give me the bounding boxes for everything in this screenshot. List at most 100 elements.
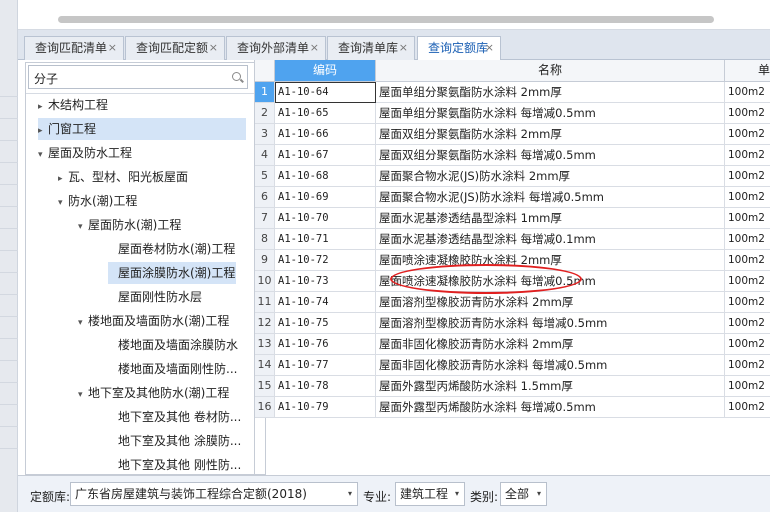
name-cell[interactable]: 屋面水泥基渗透结晶型涂料 每增减0.1mm: [376, 229, 725, 250]
code-cell[interactable]: A1-10-75: [275, 313, 376, 334]
unit-cell[interactable]: 100m2: [725, 82, 770, 103]
header-unit[interactable]: 单: [725, 60, 770, 82]
tree-node[interactable]: ▾ 楼地面及墙面防水(潮)工程: [78, 310, 229, 332]
tab-quota-library[interactable]: 查询定额库 ×: [417, 36, 501, 61]
horizontal-scrollbar[interactable]: [58, 16, 714, 23]
table-row[interactable]: 10 A1-10-73 屋面喷涂速凝橡胶防水涂料 每增减0.5mm 100m2: [255, 271, 770, 292]
close-icon[interactable]: ×: [209, 37, 218, 59]
close-icon[interactable]: ×: [108, 37, 117, 59]
unit-cell[interactable]: 100m2: [725, 334, 770, 355]
row-number-cell[interactable]: 5: [255, 166, 275, 187]
table-row[interactable]: 4 A1-10-67 屋面双组分聚氨酯防水涂料 每增减0.5mm 100m2: [255, 145, 770, 166]
tree-node[interactable]: 楼地面及墙面涂膜防水: [108, 334, 238, 356]
table-row[interactable]: 15 A1-10-78 屋面外露型丙烯酸防水涂料 1.5mm厚 100m2: [255, 376, 770, 397]
quota-library-select[interactable]: 广东省房屋建筑与装饰工程综合定额(2018) ▾: [70, 482, 358, 506]
tree-node[interactable]: ▸ 木结构工程: [38, 94, 108, 116]
tree-node[interactable]: 地下室及其他 刚性防...: [108, 454, 241, 474]
chevron-right-icon[interactable]: ▸: [38, 120, 48, 142]
table-row[interactable]: 14 A1-10-77 屋面非固化橡胶沥青防水涂料 每增减0.5mm 100m2: [255, 355, 770, 376]
table-row[interactable]: 9 A1-10-72 屋面喷涂速凝橡胶防水涂料 2mm厚 100m2: [255, 250, 770, 271]
name-cell[interactable]: 屋面外露型丙烯酸防水涂料 1.5mm厚: [376, 376, 725, 397]
code-cell[interactable]: A1-10-66: [275, 124, 376, 145]
chevron-down-icon[interactable]: ▾: [78, 216, 88, 238]
chevron-down-icon[interactable]: ▾: [58, 192, 68, 214]
table-row[interactable]: 1 A1-10-64 屋面单组分聚氨酯防水涂料 2mm厚 100m2: [255, 82, 770, 103]
name-cell[interactable]: 屋面溶剂型橡胶沥青防水涂料 每增减0.5mm: [376, 313, 725, 334]
tab-list-library[interactable]: 查询清单库 ×: [327, 36, 415, 60]
code-cell[interactable]: A1-10-71: [275, 229, 376, 250]
name-cell[interactable]: 屋面单组分聚氨酯防水涂料 2mm厚: [376, 82, 725, 103]
unit-cell[interactable]: 100m2: [725, 355, 770, 376]
unit-cell[interactable]: 100m2: [725, 103, 770, 124]
row-number-cell[interactable]: 12: [255, 313, 275, 334]
row-number-cell[interactable]: 7: [255, 208, 275, 229]
header-name[interactable]: 名称: [376, 60, 725, 82]
chevron-down-icon[interactable]: ▾: [38, 144, 48, 166]
name-cell[interactable]: 屋面双组分聚氨酯防水涂料 2mm厚: [376, 124, 725, 145]
code-cell[interactable]: A1-10-70: [275, 208, 376, 229]
table-row[interactable]: 16 A1-10-79 屋面外露型丙烯酸防水涂料 每增减0.5mm 100m2: [255, 397, 770, 418]
unit-cell[interactable]: 100m2: [725, 229, 770, 250]
tree-node[interactable]: 屋面卷材防水(潮)工程: [108, 238, 235, 260]
code-cell[interactable]: A1-10-76: [275, 334, 376, 355]
row-number-cell[interactable]: 3: [255, 124, 275, 145]
name-cell[interactable]: 屋面聚合物水泥(JS)防水涂料 2mm厚: [376, 166, 725, 187]
name-cell[interactable]: 屋面外露型丙烯酸防水涂料 每增减0.5mm: [376, 397, 725, 418]
code-cell[interactable]: A1-10-77: [275, 355, 376, 376]
code-cell[interactable]: A1-10-72: [275, 250, 376, 271]
unit-cell[interactable]: 100m2: [725, 250, 770, 271]
row-number-cell[interactable]: 2: [255, 103, 275, 124]
table-row[interactable]: 5 A1-10-68 屋面聚合物水泥(JS)防水涂料 2mm厚 100m2: [255, 166, 770, 187]
unit-cell[interactable]: 100m2: [725, 208, 770, 229]
tab-external-list[interactable]: 查询外部清单 ×: [226, 36, 326, 60]
chevron-right-icon[interactable]: ▸: [38, 96, 48, 118]
tree-node[interactable]: 屋面涂膜防水(潮)工程: [108, 262, 236, 284]
search-input[interactable]: 分子: [28, 65, 248, 89]
name-cell[interactable]: 屋面非固化橡胶沥青防水涂料 每增减0.5mm: [376, 355, 725, 376]
unit-cell[interactable]: 100m2: [725, 313, 770, 334]
row-number-cell[interactable]: 14: [255, 355, 275, 376]
code-cell[interactable]: A1-10-64: [275, 82, 376, 103]
close-icon[interactable]: ×: [310, 37, 319, 59]
code-cell[interactable]: A1-10-65: [275, 103, 376, 124]
code-cell[interactable]: A1-10-78: [275, 376, 376, 397]
unit-cell[interactable]: 100m2: [725, 376, 770, 397]
name-cell[interactable]: 屋面喷涂速凝橡胶防水涂料 每增减0.5mm: [376, 271, 725, 292]
table-row[interactable]: 13 A1-10-76 屋面非固化橡胶沥青防水涂料 2mm厚 100m2: [255, 334, 770, 355]
row-number-cell[interactable]: 1: [255, 82, 275, 103]
tree-node[interactable]: ▾ 防水(潮)工程: [58, 190, 137, 212]
row-number-cell[interactable]: 10: [255, 271, 275, 292]
table-row[interactable]: 8 A1-10-71 屋面水泥基渗透结晶型涂料 每增减0.1mm 100m2: [255, 229, 770, 250]
row-number-cell[interactable]: 11: [255, 292, 275, 313]
unit-cell[interactable]: 100m2: [725, 166, 770, 187]
chevron-right-icon[interactable]: ▸: [58, 168, 68, 190]
row-number-cell[interactable]: 13: [255, 334, 275, 355]
row-number-cell[interactable]: 8: [255, 229, 275, 250]
tree-node[interactable]: ▸ 瓦、型材、阳光板屋面: [58, 166, 188, 188]
tree-node[interactable]: ▾ 地下室及其他防水(潮)工程: [78, 382, 229, 404]
row-number-cell[interactable]: 6: [255, 187, 275, 208]
code-cell[interactable]: A1-10-67: [275, 145, 376, 166]
close-icon[interactable]: ×: [485, 37, 494, 59]
tab-match-list[interactable]: 查询匹配清单 ×: [24, 36, 124, 60]
name-cell[interactable]: 屋面非固化橡胶沥青防水涂料 2mm厚: [376, 334, 725, 355]
category-select[interactable]: 全部 ▾: [500, 482, 547, 506]
code-cell[interactable]: A1-10-69: [275, 187, 376, 208]
unit-cell[interactable]: 100m2: [725, 187, 770, 208]
tree-node[interactable]: ▾ 屋面防水(潮)工程: [78, 214, 181, 236]
table-row[interactable]: 11 A1-10-74 屋面溶剂型橡胶沥青防水涂料 2mm厚 100m2: [255, 292, 770, 313]
major-select[interactable]: 建筑工程 ▾: [395, 482, 465, 506]
search-icon[interactable]: [232, 72, 241, 81]
code-cell[interactable]: A1-10-73: [275, 271, 376, 292]
tree-node[interactable]: ▸ 门窗工程: [38, 118, 246, 140]
name-cell[interactable]: 屋面单组分聚氨酯防水涂料 每增减0.5mm: [376, 103, 725, 124]
name-cell[interactable]: 屋面溶剂型橡胶沥青防水涂料 2mm厚: [376, 292, 725, 313]
header-code[interactable]: 编码: [275, 60, 376, 82]
row-number-cell[interactable]: 15: [255, 376, 275, 397]
chevron-down-icon[interactable]: ▾: [78, 312, 88, 334]
unit-cell[interactable]: 100m2: [725, 292, 770, 313]
name-cell[interactable]: 屋面水泥基渗透结晶型涂料 1mm厚: [376, 208, 725, 229]
close-icon[interactable]: ×: [399, 37, 408, 59]
name-cell[interactable]: 屋面喷涂速凝橡胶防水涂料 2mm厚: [376, 250, 725, 271]
name-cell[interactable]: 屋面双组分聚氨酯防水涂料 每增减0.5mm: [376, 145, 725, 166]
